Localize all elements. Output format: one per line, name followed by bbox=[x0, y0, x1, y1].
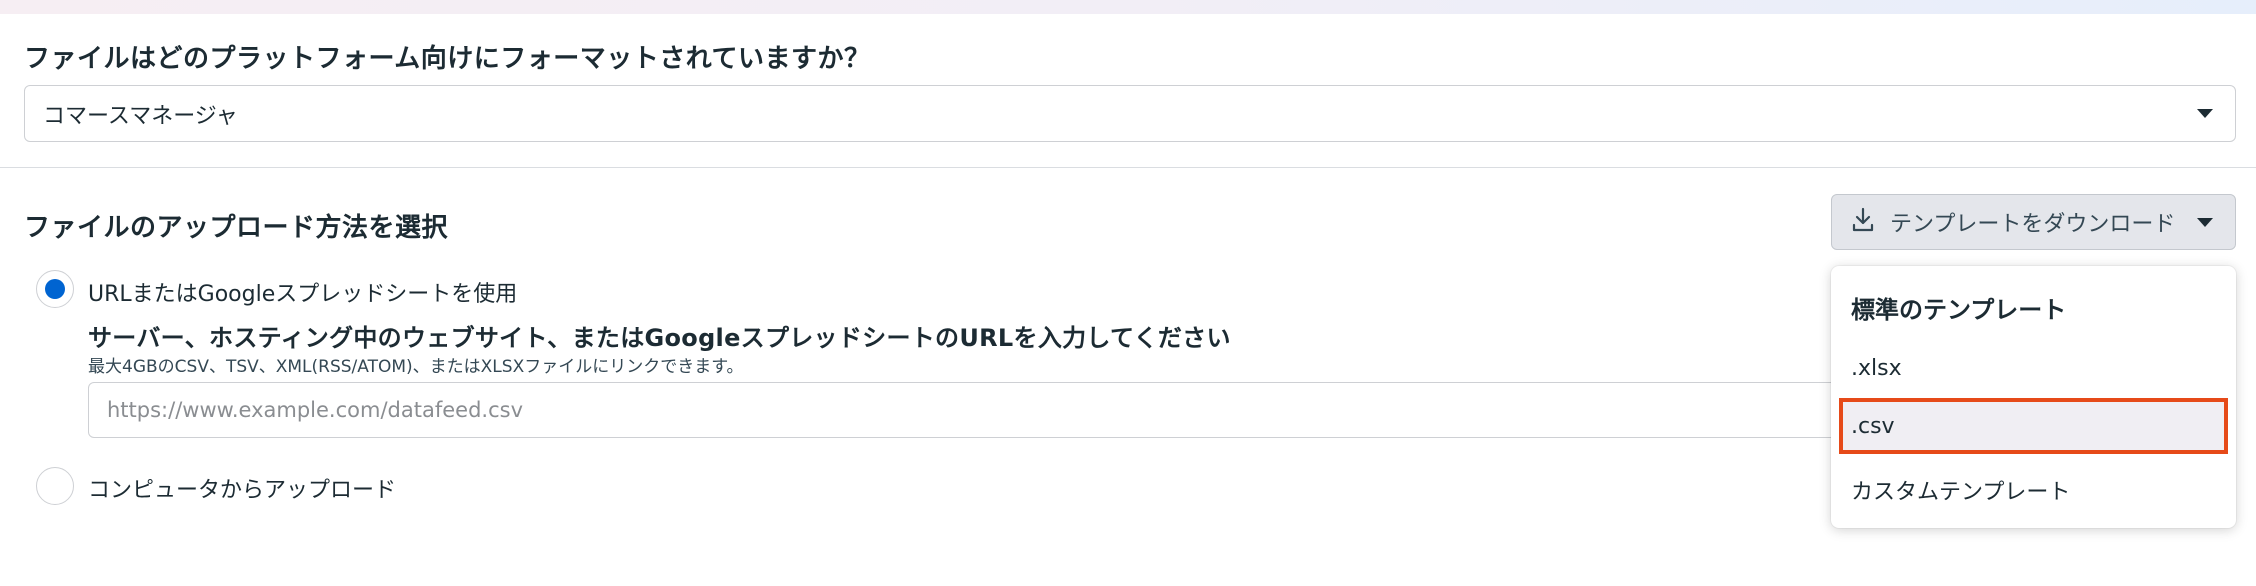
dropdown-item-xlsx[interactable]: .xlsx bbox=[1839, 340, 2228, 396]
download-icon bbox=[1850, 206, 1876, 238]
upload-method-title: ファイルのアップロード方法を選択 bbox=[24, 213, 449, 243]
platform-select-value: コマースマネージャ bbox=[43, 103, 238, 129]
url-option-label[interactable]: URLまたはGoogleスプレッドシートを使用 bbox=[88, 276, 517, 308]
radio-url-option[interactable] bbox=[36, 270, 74, 308]
url-section-heading: サーバー、ホスティング中のウェブサイト、またはGoogleスプレッドシートのUR… bbox=[88, 324, 1231, 352]
caret-down-icon bbox=[2197, 109, 2213, 118]
url-section-subtext: 最大4GBのCSV、TSV、XML(RSS/ATOM)、またはXLSXファイルに… bbox=[88, 357, 744, 377]
template-dropdown-menu: 標準のテンプレート .xlsx .csv カスタムテンプレート bbox=[1831, 266, 2236, 528]
download-template-button[interactable]: テンプレートをダウンロード bbox=[1831, 194, 2236, 250]
platform-select[interactable]: コマースマネージャ bbox=[24, 85, 2236, 142]
dropdown-item-csv[interactable]: .csv bbox=[1839, 398, 2228, 454]
download-template-label: テンプレートをダウンロード bbox=[1890, 212, 2176, 237]
platform-question-title: ファイルはどのプラットフォーム向けにフォーマットされていますか？ bbox=[24, 44, 871, 74]
section-divider bbox=[0, 167, 2256, 168]
radio-computer-upload-option[interactable] bbox=[36, 467, 74, 505]
dropdown-header: 標準のテンプレート bbox=[1851, 296, 2067, 324]
computer-upload-option-label[interactable]: コンピュータからアップロード bbox=[88, 472, 396, 504]
top-gradient-bar bbox=[0, 0, 2256, 14]
caret-down-icon bbox=[2197, 218, 2213, 227]
dropdown-item-custom-template[interactable]: カスタムテンプレート bbox=[1839, 462, 2228, 518]
url-input[interactable] bbox=[88, 382, 1848, 438]
